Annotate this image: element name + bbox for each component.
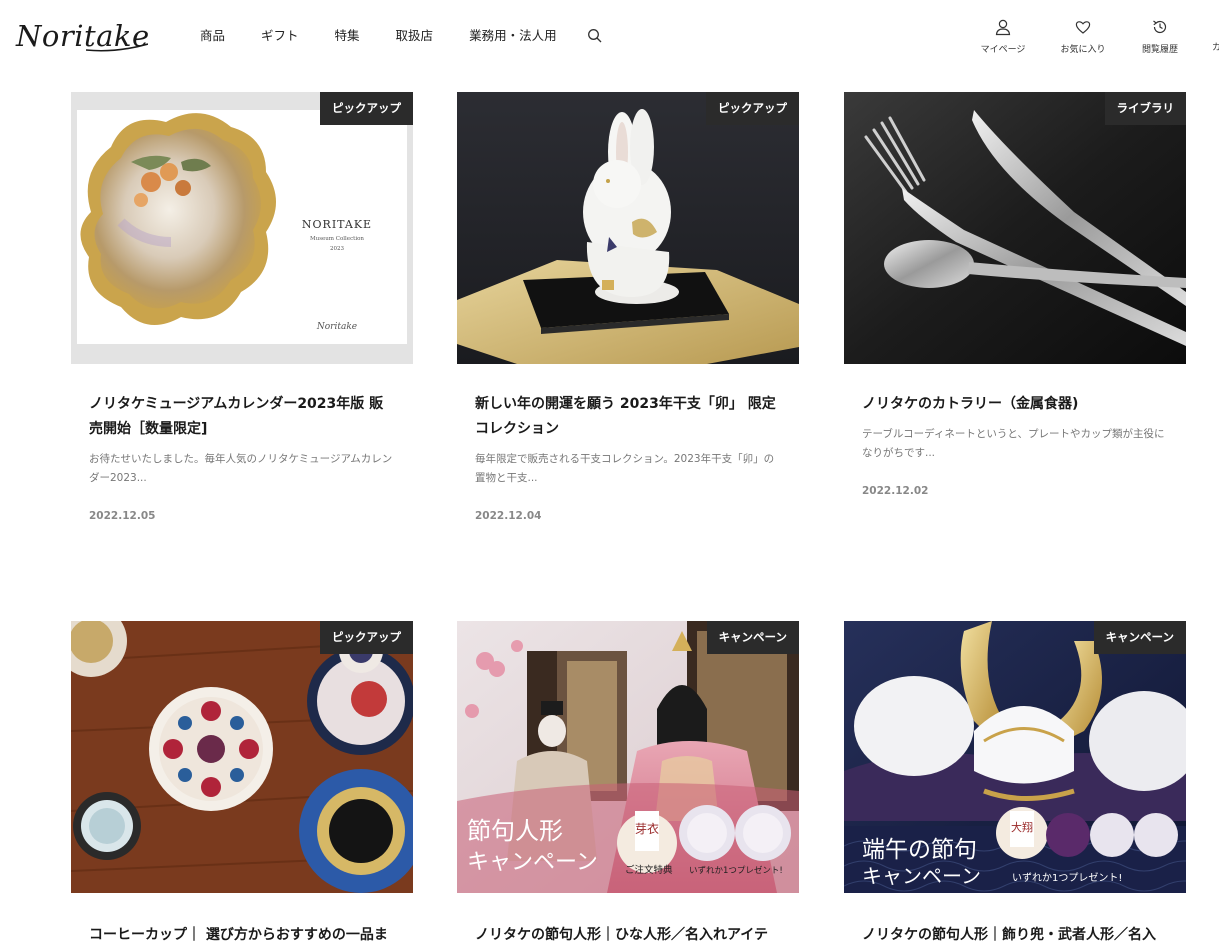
- heart-icon: [1075, 21, 1091, 34]
- card-title[interactable]: コーヒーカップ｜ 選び方からおすすめの一品ま: [89, 923, 395, 943]
- card-title[interactable]: 新しい年の開運を願う 2023年干支「卯」 限定コレクション: [475, 392, 781, 442]
- nav-business[interactable]: 業務用・法人用: [469, 27, 557, 45]
- category-badge: ピックアップ: [320, 92, 413, 125]
- hina-doll-campaign-image: 芽衣 節句人形 キャンペーン ご注文特典 いずれか1つプレゼント!: [457, 621, 799, 893]
- article-card-calendar[interactable]: NORITAKE Museum Collection 2023 Noritake…: [71, 92, 413, 522]
- card-title[interactable]: ノリタケの節句人形｜ひな人形／名入れアイテ: [475, 923, 781, 943]
- cutlery-image: [844, 92, 1186, 364]
- card-date: 2022.12.04: [475, 510, 542, 522]
- nav-features[interactable]: 特集: [335, 27, 360, 45]
- calendar-year-text: 2023: [330, 246, 344, 252]
- card-excerpt: 毎年限定で販売される干支コレクション。2023年干支「卯」の置物と干支...: [475, 453, 775, 484]
- calendar-brand-text: NORITAKE: [302, 218, 372, 231]
- mypage-label: マイページ: [980, 45, 1026, 55]
- campaign-headline-2: キャンペーン: [862, 864, 981, 888]
- campaign-sub-1: ご注文特典: [625, 864, 673, 876]
- campaign-headline-2: キャンペーン: [467, 850, 598, 875]
- site-header: Noritake 商品 ギフト 特集 取扱店 業務用・法人用 マイページ お気に…: [0, 0, 1219, 72]
- favorites-link[interactable]: お気に入り: [1056, 18, 1110, 55]
- card-image[interactable]: NORITAKE Museum Collection 2023 Noritake…: [71, 92, 413, 364]
- card-image[interactable]: 大翔 端午の節句 キャンペーン いずれか1つプレゼント! キャンペーン: [844, 621, 1186, 893]
- article-card-coffee-cup[interactable]: ピックアップ コーヒーカップ｜ 選び方からおすすめの一品ま: [71, 621, 413, 943]
- card-excerpt: テーブルコーディネートというと、プレートやカップ類が主役になりがちです...: [862, 428, 1165, 459]
- campaign-headline-1: 節句人形: [467, 817, 563, 845]
- card-title[interactable]: ノリタケミュージアムカレンダー2023年版 販売開始［数量限定]: [89, 392, 395, 442]
- logo-swoosh-icon: [86, 43, 148, 52]
- card-excerpt: お待たせいたしました。毎年人気のノリタケミュージアムカレンダー2023...: [89, 453, 393, 484]
- rabbit-figurine-image: [457, 92, 799, 364]
- category-badge: ピックアップ: [320, 621, 413, 654]
- campaign-sub: いずれか1つプレゼント!: [1012, 872, 1122, 884]
- calendar-image: NORITAKE Museum Collection 2023 Noritake: [71, 92, 413, 364]
- article-card-cutlery[interactable]: ライブラリ ノリタケのカトラリー（金属食器) テーブルコーディネートというと、プ…: [844, 92, 1186, 497]
- history-label: 閲覧履歴: [1141, 45, 1178, 55]
- kabuto-campaign-image: 大翔 端午の節句 キャンペーン いずれか1つプレゼント!: [844, 621, 1186, 893]
- article-card-kabuto[interactable]: 大翔 端午の節句 キャンペーン いずれか1つプレゼント! キャンペーン ノリタケ…: [844, 621, 1186, 943]
- campaign-sub-2: いずれか1つプレゼント!: [689, 865, 783, 876]
- calendar-line-text: Museum Collection: [310, 236, 364, 242]
- category-badge: ライブラリ: [1104, 92, 1186, 125]
- gift-tag-name: 大翔: [1011, 820, 1033, 834]
- card-image[interactable]: ピックアップ: [71, 621, 413, 893]
- history-link[interactable]: 閲覧履歴: [1133, 18, 1187, 55]
- card-title[interactable]: ノリタケのカトラリー（金属食器): [862, 392, 1168, 417]
- user-icon: [995, 19, 1011, 36]
- favorites-label: お気に入り: [1060, 45, 1106, 55]
- nav-gift[interactable]: ギフト: [261, 27, 299, 45]
- coffee-cups-image: [71, 621, 413, 893]
- main-nav: 商品 ギフト 特集 取扱店 業務用・法人用: [200, 27, 603, 45]
- card-date: 2022.12.02: [862, 485, 929, 497]
- card-image[interactable]: ライブラリ: [844, 92, 1186, 364]
- noritake-logo[interactable]: Noritake: [16, 18, 149, 54]
- search-icon[interactable]: [587, 28, 603, 44]
- article-card-rabbit[interactable]: ピックアップ 新しい年の開運を願う 2023年干支「卯」 限定コレクション 毎年…: [457, 92, 799, 522]
- history-icon: [1153, 20, 1167, 34]
- card-image[interactable]: ピックアップ: [457, 92, 799, 364]
- article-card-hina-doll[interactable]: 芽衣 節句人形 キャンペーン ご注文特典 いずれか1つプレゼント! キャンペーン…: [457, 621, 799, 943]
- gift-tag-name: 芽衣: [635, 821, 659, 836]
- nav-products[interactable]: 商品: [200, 27, 225, 45]
- nav-stores[interactable]: 取扱店: [396, 27, 434, 45]
- campaign-headline-1: 端午の節句: [862, 837, 977, 863]
- category-badge: ピックアップ: [706, 92, 799, 125]
- card-image[interactable]: 芽衣 節句人形 キャンペーン ご注文特典 いずれか1つプレゼント! キャンペーン: [457, 621, 799, 893]
- mypage-link[interactable]: マイページ: [976, 18, 1030, 55]
- card-date: 2022.12.05: [89, 510, 156, 522]
- category-badge: キャンペーン: [1093, 621, 1186, 654]
- card-title[interactable]: ノリタケの節句人形｜飾り兜・武者人形／名入: [862, 923, 1168, 943]
- category-badge: キャンペーン: [706, 621, 799, 654]
- cart-label-cropped[interactable]: カ: [1212, 40, 1219, 53]
- calendar-signature-text: Noritake: [316, 322, 357, 332]
